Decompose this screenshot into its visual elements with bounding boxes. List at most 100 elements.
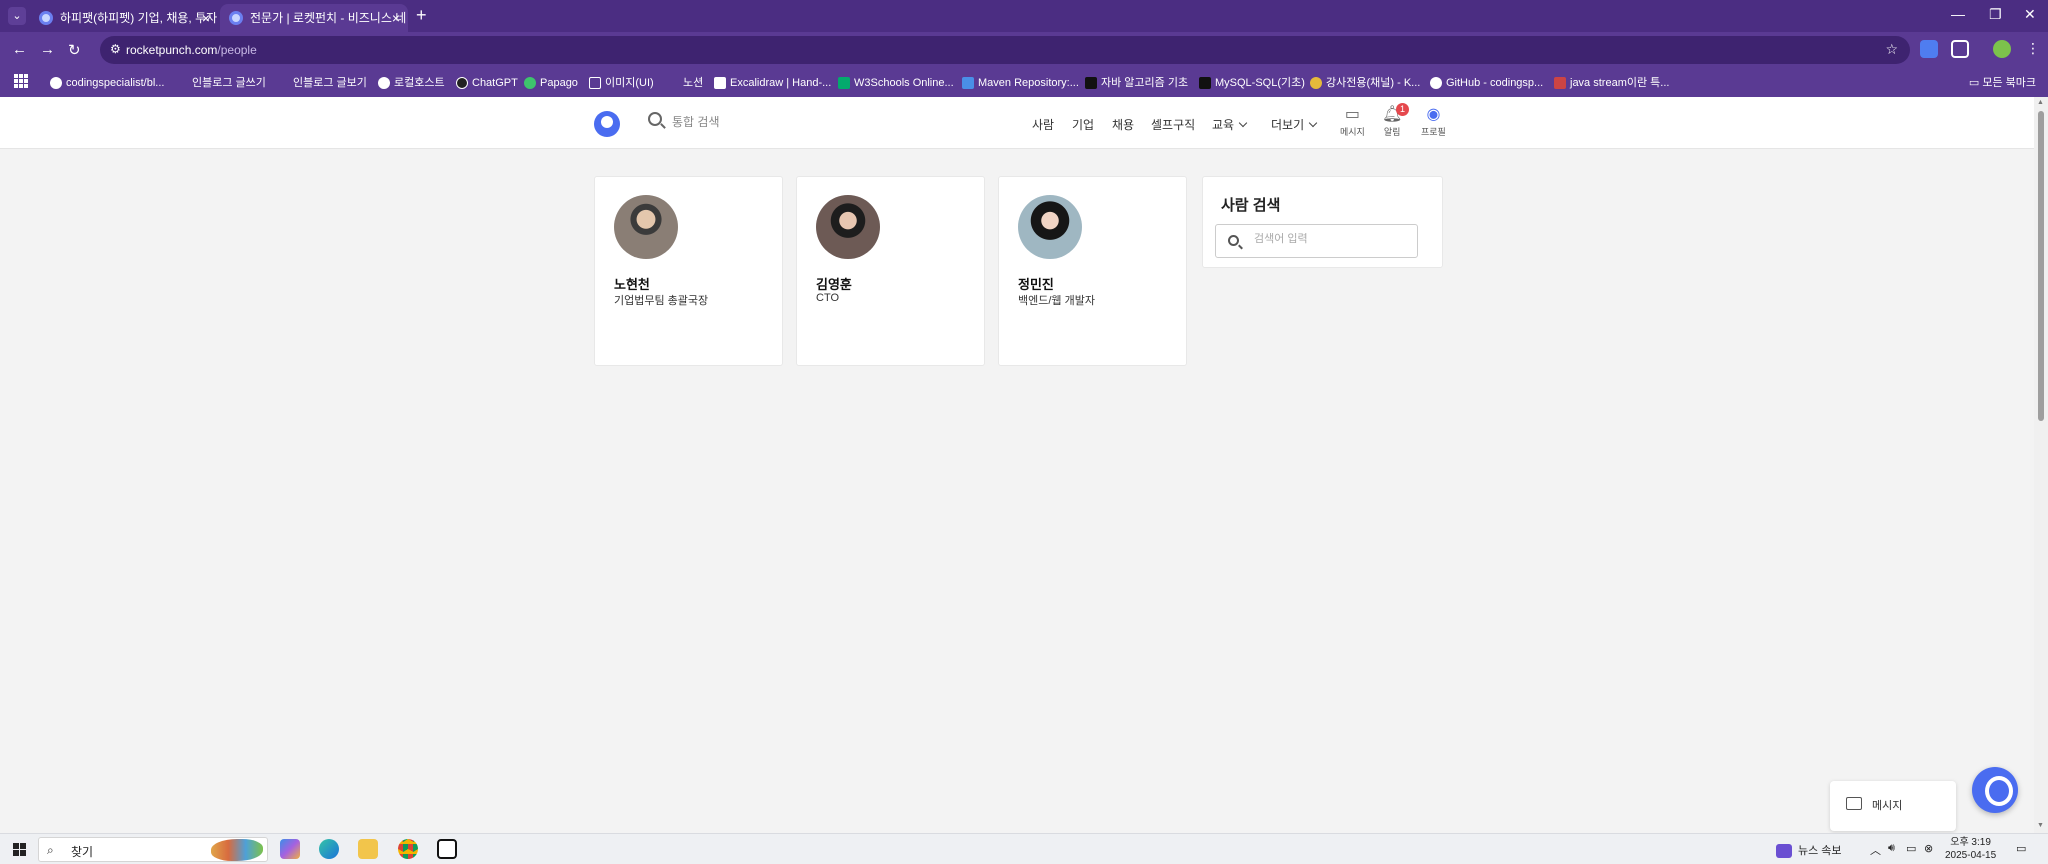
reload-icon[interactable]: ↻: [68, 41, 81, 59]
volume-icon[interactable]: 🔊︎: [1888, 842, 1895, 855]
show-hidden-icons-icon[interactable]: ︿: [1870, 842, 1881, 858]
site-info-icon[interactable]: ⚙: [110, 42, 126, 58]
news-widget[interactable]: 뉴스 속보: [1776, 842, 1842, 859]
back-icon[interactable]: ←: [12, 41, 27, 58]
profile-avatar-icon[interactable]: [1993, 40, 2011, 58]
taskbar-search[interactable]: ⌕ 찾기: [38, 837, 268, 862]
person-card[interactable]: 정민진 백엔드/웹 개발자: [998, 176, 1187, 366]
window-close-icon[interactable]: ✕: [2024, 6, 2036, 23]
person-card[interactable]: 김영훈 CTO: [796, 176, 985, 366]
windows-start-icon[interactable]: [13, 843, 26, 856]
bookmark-item[interactable]: codingspecialist/bl...: [50, 74, 164, 92]
search-icon: ⌕: [47, 843, 54, 857]
global-search-input[interactable]: 통합 검색: [672, 113, 720, 130]
person-name[interactable]: 김영훈: [816, 274, 852, 293]
bookmark-star-icon[interactable]: ☆: [1885, 41, 1898, 58]
profile-button[interactable]: ◉ 프로필: [1421, 105, 1446, 138]
folder-icon: ▭: [1968, 77, 1983, 89]
scroll-down-icon[interactable]: ▼: [2037, 822, 2044, 829]
bookmark-item[interactable]: GitHub - codingsp...: [1430, 74, 1543, 92]
toolbar: ← → ↻ ⚙ rocketpunch.com/people ☆: [0, 32, 2048, 68]
bookmark-item[interactable]: java stream이란 특...: [1554, 74, 1669, 92]
people-search-input[interactable]: [1254, 233, 1404, 245]
new-tab-icon[interactable]: +: [416, 5, 427, 26]
apps-grid-icon[interactable]: [14, 74, 28, 88]
search-icon: [648, 112, 662, 126]
bookmark-item[interactable]: 이미지(UI): [589, 74, 654, 92]
scrollbar-thumb[interactable]: [2038, 111, 2044, 421]
bookmark-item[interactable]: Maven Repository:...: [962, 74, 1079, 92]
person-role: 백엔드/웹 개발자: [1018, 295, 1095, 307]
nav-people[interactable]: 사람: [1032, 116, 1054, 133]
message-icon: ▭: [1344, 106, 1360, 123]
more-menu-icon[interactable]: ⋮: [2024, 40, 2042, 58]
search-highlight-art: [211, 839, 263, 861]
notification-center-icon[interactable]: ▭: [2016, 842, 2026, 855]
avatar: [1018, 195, 1082, 259]
address-bar[interactable]: ⚙ rocketpunch.com/people ☆: [100, 36, 1910, 64]
person-role: 기업법무팀 총괄국장: [614, 295, 709, 307]
page-scrollbar[interactable]: ▲ ▼: [2034, 97, 2048, 833]
chevron-down-icon: [1238, 118, 1248, 128]
scroll-up-icon[interactable]: ▲: [2037, 99, 2044, 106]
people-search-title: 사람 검색: [1221, 197, 1281, 214]
notion-icon[interactable]: [437, 839, 457, 859]
tab-haffipet[interactable]: 하피팻(하피펫) 기업, 채용, 투자 ×: [30, 4, 218, 32]
site-header: 통합 검색 사람 기업 채용 셀프구직 교육 더보기 ▭ 메시지 🔔︎ 1 알림…: [0, 97, 2034, 149]
avatar: [816, 195, 880, 259]
message-icon: [1846, 797, 1862, 810]
bookmark-item[interactable]: MySQL-SQL(기초): [1199, 74, 1305, 92]
bookmark-item[interactable]: Excalidraw | Hand-...: [714, 74, 831, 92]
file-explorer-icon[interactable]: [358, 839, 378, 859]
system-clock[interactable]: 오후 3:19 2025-04-15: [1945, 836, 1996, 862]
people-search-panel: 사람 검색: [1202, 176, 1443, 268]
bookmark-item[interactable]: 인블로그 글보기: [277, 74, 367, 92]
bookmark-item[interactable]: 강사전용(채널) - K...: [1310, 74, 1420, 92]
person-name[interactable]: 정민진: [1018, 274, 1054, 293]
bookmark-item[interactable]: Papago: [524, 74, 578, 92]
nav-education[interactable]: 교육: [1212, 116, 1248, 133]
bookmark-item[interactable]: 로컬호스트: [378, 74, 445, 92]
restore-icon[interactable]: ❐: [1989, 6, 2002, 23]
os-taskbar: ⌕ 찾기 뉴스 속보 ︿ 🔊︎ ▭ ⊗ 오후 3:19 2025-04-15 ▭: [0, 833, 2048, 864]
bookmark-item[interactable]: W3Schools Online...: [838, 74, 954, 92]
avatar: [614, 195, 678, 259]
close-tab-icon[interactable]: ×: [202, 4, 210, 32]
rocketpunch-logo-icon[interactable]: [594, 111, 620, 137]
tab-title: 전문가 | 로켓펀치 - 비즈니스 네: [250, 11, 407, 25]
extensions-icon[interactable]: [1951, 40, 1969, 58]
bookmark-item[interactable]: 자바 알고리즘 기초: [1085, 74, 1188, 92]
close-tab-icon[interactable]: ×: [392, 4, 400, 32]
nav-more[interactable]: 더보기: [1271, 116, 1318, 133]
tab-people[interactable]: 전문가 | 로켓펀치 - 비즈니스 네 ×: [220, 4, 408, 32]
person-name[interactable]: 노현천: [614, 274, 650, 293]
people-search-field[interactable]: [1215, 224, 1418, 258]
copilot-icon[interactable]: [280, 839, 300, 859]
profile-icon: ◉: [1426, 106, 1441, 123]
translate-extension-icon[interactable]: [1920, 40, 1938, 58]
rocketpunch-favicon-icon: [229, 11, 243, 25]
rocketpunch-fab-icon[interactable]: [1972, 767, 2018, 813]
chrome-icon[interactable]: [398, 839, 418, 859]
message-widget[interactable]: 메시지: [1830, 781, 1956, 831]
edge-icon[interactable]: [319, 839, 339, 859]
nav-jobs[interactable]: 채용: [1112, 116, 1134, 133]
news-icon: [1776, 844, 1792, 859]
minimize-icon[interactable]: —: [1951, 6, 1965, 22]
page-content: 통합 검색 사람 기업 채용 셀프구직 교육 더보기 ▭ 메시지 🔔︎ 1 알림…: [0, 97, 2034, 833]
bookmark-item[interactable]: 인블로그 글쓰기: [176, 74, 266, 92]
tab-search-icon[interactable]: ⌄: [8, 7, 26, 25]
bookmark-item[interactable]: 노션: [667, 74, 703, 92]
notifications-button[interactable]: 🔔︎ 1 알림: [1382, 103, 1409, 138]
nav-self-jobseek[interactable]: 셀프구직: [1151, 116, 1195, 133]
network-icon[interactable]: ▭: [1906, 842, 1916, 855]
nav-companies[interactable]: 기업: [1072, 116, 1094, 133]
forward-icon[interactable]: →: [40, 41, 55, 58]
ime-icon[interactable]: ⊗: [1924, 842, 1933, 855]
all-bookmarks-folder[interactable]: ▭ 모든 북마크: [1969, 74, 2036, 90]
url-text: rocketpunch.com/people: [126, 43, 257, 57]
notification-badge: 1: [1396, 103, 1409, 116]
person-card[interactable]: 노현천 기업법무팀 총괄국장: [594, 176, 783, 366]
messages-button[interactable]: ▭ 메시지: [1340, 105, 1365, 138]
bookmark-item[interactable]: ChatGPT: [456, 74, 518, 92]
